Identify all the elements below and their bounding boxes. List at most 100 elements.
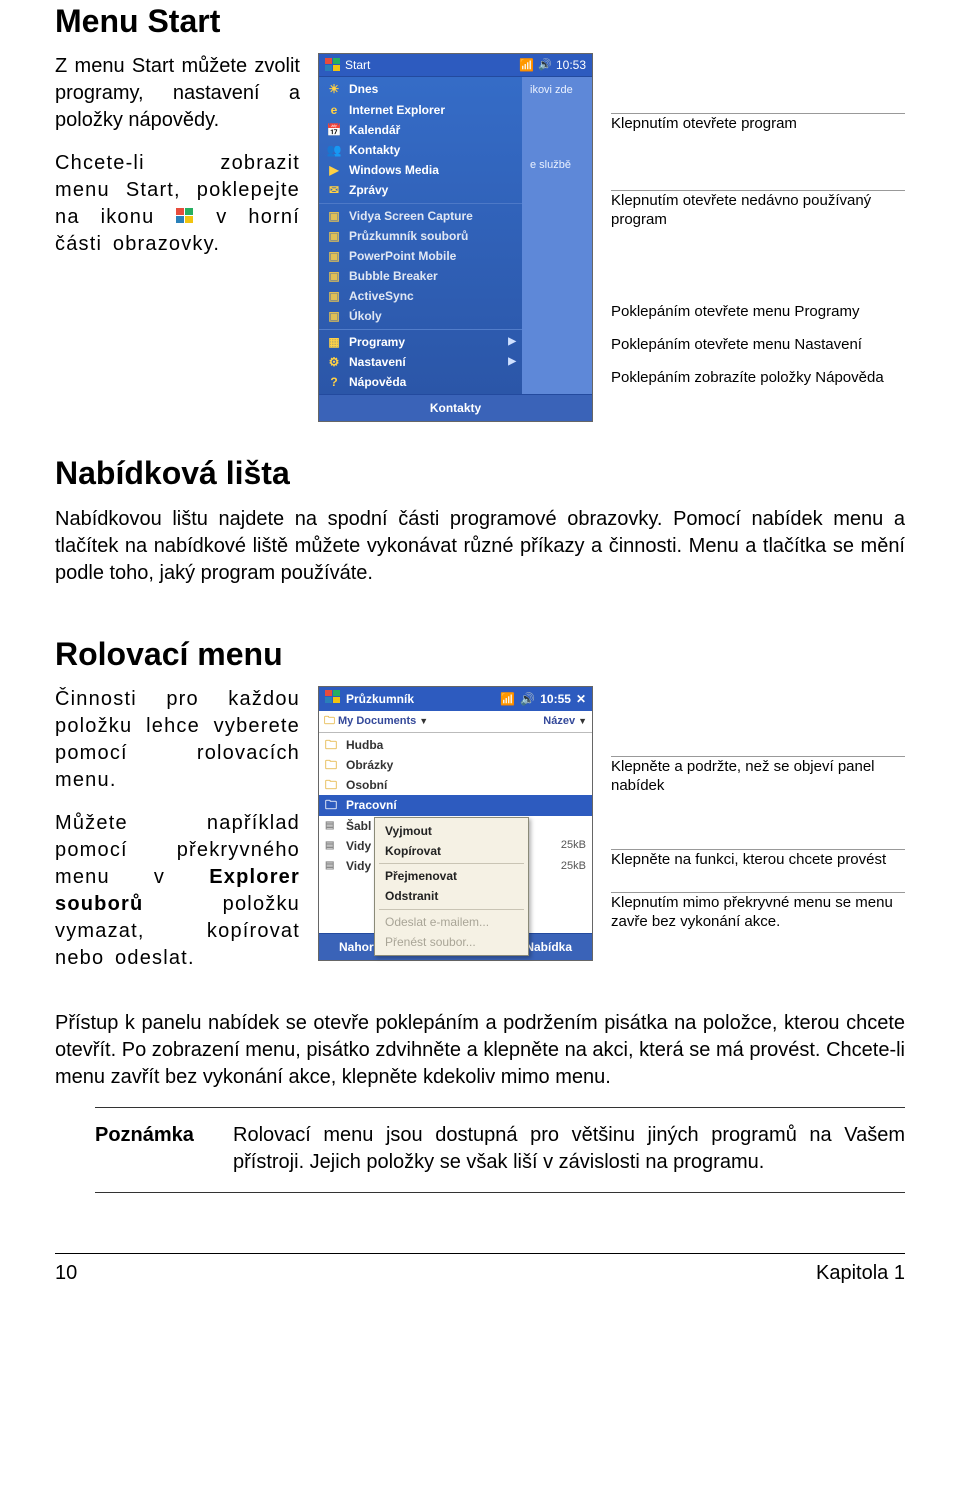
speaker-icon: 🔊	[538, 58, 552, 73]
softkey-label[interactable]: Kontakty	[430, 400, 481, 416]
menu-item[interactable]: ✉Zprávy	[319, 180, 522, 200]
chapter-label: Kapitola 1	[816, 1260, 905, 1287]
item-label: Vidy	[346, 858, 371, 874]
heading-rolovaci-menu: Rolovací menu	[55, 633, 905, 676]
chevron-right-icon: ▶	[508, 335, 516, 349]
app-icon: ▣	[325, 228, 343, 244]
separator	[379, 863, 524, 864]
windows-flag-icon	[325, 690, 341, 708]
menu-label: Nastavení	[349, 354, 406, 370]
menu-item[interactable]: ▶ Windows Media	[319, 160, 522, 180]
menu-item-recent[interactable]: ▣ Průzkumník souborů	[319, 226, 522, 246]
help-icon: ?	[325, 374, 343, 390]
signal-icon: 📶	[500, 691, 515, 707]
callout-settings: Poklepáním otevřete menu Nastavení	[611, 336, 905, 355]
callout-help: Poklepáním zobrazíte položky Nápověda	[611, 369, 905, 388]
folder-icon: 🗀	[325, 737, 341, 753]
today-icon: ☀	[325, 81, 343, 97]
note-body: Rolovací menu jsou dostupná pro většinu …	[233, 1122, 905, 1176]
screenshot-file-explorer: Průzkumník 📶 🔊 10:55 ✕ 🗀 My Documents ▼ …	[318, 686, 593, 961]
today-hint-text-2: e službě	[530, 158, 584, 173]
para-start-intro: Z menu Start můžete zvolit programy, nas…	[55, 53, 300, 134]
menu-label: ActiveSync	[349, 288, 414, 304]
device-title: Průzkumník	[346, 691, 414, 707]
page-number: 10	[55, 1260, 77, 1287]
menu-item[interactable]: 📅Kalendář	[319, 120, 522, 140]
item-size: 25kB	[561, 859, 586, 874]
item-size: 25kB	[561, 838, 586, 853]
app-icon: ▣	[325, 288, 343, 304]
ie-icon: e	[325, 102, 343, 118]
chevron-right-icon: ▶	[508, 355, 516, 369]
device-clock: 10:55	[540, 691, 571, 707]
note-block: Poznámka Rolovací menu jsou dostupná pro…	[55, 1107, 905, 1193]
menu-item[interactable]: e Internet Explorer	[319, 100, 522, 120]
device-titlebar: Průzkumník 📶 🔊 10:55 ✕	[319, 687, 592, 711]
file-icon: ▤	[325, 839, 341, 853]
media-icon: ▶	[325, 162, 343, 178]
menu-label: Bubble Breaker	[349, 268, 438, 284]
ctx-item-copy[interactable]: Kopírovat	[375, 841, 528, 861]
menu-item-recent[interactable]: ▣PowerPoint Mobile	[319, 246, 522, 266]
para-popup-detail: Přístup k panelu nabídek se otevře pokle…	[55, 1010, 905, 1091]
menu-item-help[interactable]: ? Nápověda	[319, 372, 522, 392]
note-label: Poznámka	[95, 1122, 215, 1176]
folder-icon: 🗀	[324, 714, 335, 729]
gear-icon: ⚙	[325, 354, 343, 370]
item-label: Hudba	[346, 737, 383, 753]
app-icon: ▣	[325, 309, 343, 325]
location-label: My Documents	[338, 714, 416, 729]
explorer-location-bar[interactable]: 🗀 My Documents ▼ Název ▼	[319, 711, 592, 733]
menu-item-settings[interactable]: ⚙ Nastavení ▶	[319, 352, 522, 372]
menu-label: Programy	[349, 334, 405, 350]
ctx-item-email: Odeslat e-mailem...	[375, 912, 528, 932]
menu-item-recent[interactable]: ▣ ActiveSync	[319, 286, 522, 306]
list-item[interactable]: 🗀 Obrázky	[319, 755, 592, 775]
folder-icon: 🗀	[325, 797, 341, 813]
screenshot-start-menu: Start 📶 🔊 10:53 ☀ Dnes e Internet Explorer…	[318, 53, 593, 422]
ctx-item-beam: Přenést soubor...	[375, 932, 528, 952]
menu-label: Internet Explorer	[349, 102, 445, 118]
folder-icon: 🗀	[325, 757, 341, 773]
context-menu: Vyjmout Kopírovat Přejmenovat Odstranit …	[374, 817, 529, 956]
list-item-selected[interactable]: 🗀 Pracovní	[319, 795, 592, 815]
menu-label: Vidya Screen Capture	[349, 208, 473, 224]
column-header-name[interactable]: Název	[543, 714, 575, 729]
device-titlebar: Start 📶 🔊 10:53	[319, 54, 592, 77]
menu-label: Kalendář	[349, 122, 400, 138]
item-label: Pracovní	[346, 797, 397, 813]
programs-icon: ▦	[325, 334, 343, 350]
close-icon[interactable]: ✕	[576, 691, 586, 707]
menu-item-programs[interactable]: ▦ Programy ▶	[319, 329, 522, 352]
menu-label: Průzkumník souborů	[349, 228, 468, 244]
menu-label: PowerPoint Mobile	[349, 248, 456, 264]
softkey-menu[interactable]: Nabídka	[525, 939, 572, 955]
ctx-item-delete[interactable]: Odstranit	[375, 886, 528, 906]
menu-label: Úkoly	[349, 308, 382, 324]
menu-label: Dnes	[349, 81, 378, 97]
windows-flag-icon	[325, 58, 341, 72]
windows-flag-icon	[175, 206, 195, 224]
menu-label: Zprávy	[349, 182, 388, 198]
item-label: Vidy	[346, 838, 371, 854]
menu-item-recent[interactable]: ▣Vidya Screen Capture	[319, 203, 522, 226]
callout-tap-outside: Klepnutím mimo překryvné menu se menu za…	[611, 892, 905, 932]
item-label: Obrázky	[346, 757, 393, 773]
separator	[379, 909, 524, 910]
para-popup-intro: Činnosti pro každou položku lehce vybere…	[55, 686, 300, 794]
page-footer: 10 Kapitola 1	[55, 1253, 905, 1287]
list-item[interactable]: 🗀Osobní	[319, 775, 592, 795]
menu-label: Windows Media	[349, 162, 439, 178]
para-popup-example: Můžete například pomocí překryvného menu…	[55, 810, 300, 972]
menu-item[interactable]: 👥Kontakty	[319, 140, 522, 160]
menu-item-recent[interactable]: ▣ Úkoly	[319, 306, 522, 326]
menu-item-recent[interactable]: ▣Bubble Breaker	[319, 266, 522, 286]
menu-label: Nápověda	[349, 374, 406, 390]
heading-nabidkova-lista: Nabídková lišta	[55, 452, 905, 495]
menu-item[interactable]: ☀ Dnes	[319, 79, 522, 99]
menu-label: Kontakty	[349, 142, 400, 158]
list-item[interactable]: 🗀 Hudba	[319, 735, 592, 755]
ctx-item-cut[interactable]: Vyjmout	[375, 821, 528, 841]
item-label: Osobní	[346, 777, 387, 793]
ctx-item-rename[interactable]: Přejmenovat	[375, 866, 528, 886]
